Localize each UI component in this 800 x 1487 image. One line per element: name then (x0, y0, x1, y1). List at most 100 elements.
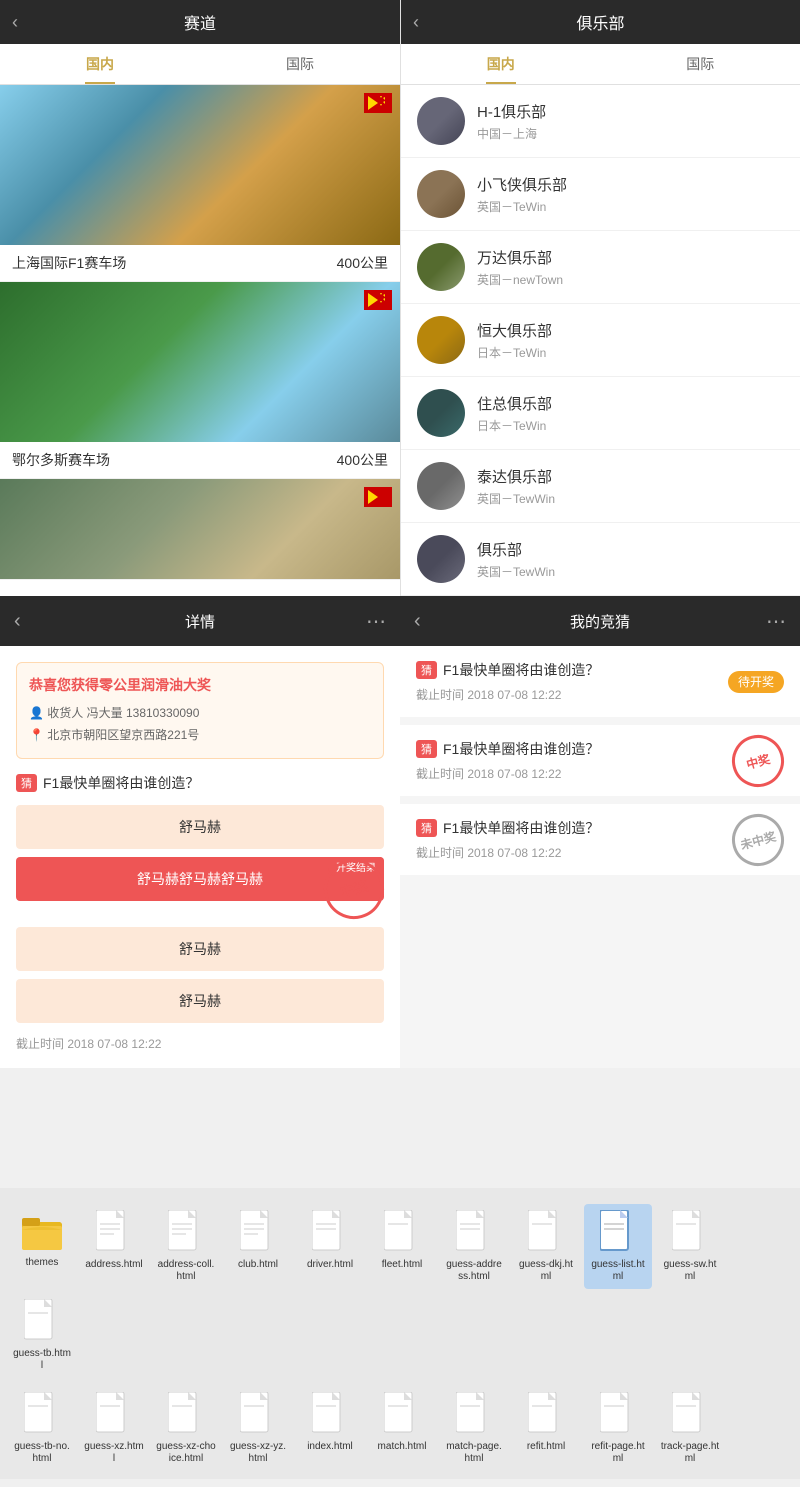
guess-badge-0: 猜 (416, 661, 437, 679)
file-label-guess-sw: guess-sw.html (660, 1259, 720, 1283)
guess-title-1: F1最快单圈将由谁创造？ (443, 739, 599, 759)
doc-icon-fleet (384, 1210, 420, 1256)
doc-icon-guess-xz-yz (240, 1392, 276, 1438)
file-themes[interactable]: themes (8, 1204, 76, 1289)
option-button-1[interactable]: 舒马赫 (16, 805, 384, 849)
file-guess-xz-choice[interactable]: guess-xz-choice.html (152, 1386, 220, 1471)
track-item-2[interactable]: 鄂尔多斯赛车场 400公里 (0, 282, 400, 479)
left-back-button[interactable]: ‹ (12, 12, 18, 33)
track-name-2: 鄂尔多斯赛车场 (12, 450, 110, 470)
file-index[interactable]: index.html (296, 1386, 364, 1471)
file-label-guess-xz-yz: guess-xz-yz.html (228, 1441, 288, 1465)
file-label-guess-dkj: guess-dkj.html (516, 1259, 576, 1283)
file-fleet[interactable]: fleet.html (368, 1204, 436, 1289)
left-bottom-nav: ‹ 详情 ⋯ (0, 596, 400, 646)
guess-badge-2: 猜 (416, 819, 437, 837)
guess-back-button[interactable]: ‹ (414, 610, 421, 633)
left-tab-domestic[interactable]: 国内 (0, 44, 200, 84)
guess-item-1-title: 猜 F1最快单圈将由谁创造？ (416, 739, 784, 759)
guess-item-0[interactable]: 猜 F1最快单圈将由谁创造？ 截止时间 2018 07-08 12:22 待开奖 (400, 646, 800, 717)
right-tab-domestic[interactable]: 国内 (401, 44, 601, 84)
file-driver[interactable]: driver.html (296, 1204, 364, 1289)
track-flag-2 (364, 290, 392, 310)
club-item-2[interactable]: 万达俱乐部 英国－newTown (401, 231, 800, 304)
club-item-6[interactable]: 俱乐部 英国－TewWin (401, 523, 800, 596)
club-location-5: 英国－TewWin (477, 490, 555, 507)
file-label-guess-address: guess-address.html (444, 1259, 504, 1283)
file-guess-address[interactable]: guess-address.html (440, 1204, 508, 1289)
track-name-1: 上海国际F1赛车场 (12, 253, 126, 273)
prize-receiver: 👤 收货人 冯大量 13810330090 (29, 703, 371, 725)
guess-badge-1: 猜 (416, 740, 437, 758)
club-details-4: 住总俱乐部 日本－TeWin (477, 393, 552, 434)
file-match-page[interactable]: match-page.html (440, 1386, 508, 1471)
file-guess-list[interactable]: guess-list.html (584, 1204, 652, 1289)
file-label-themes: themes (26, 1257, 59, 1269)
option-button-4[interactable]: 舒马赫 (16, 979, 384, 1023)
club-item-4[interactable]: 住总俱乐部 日本－TeWin (401, 377, 800, 450)
right-tab-international[interactable]: 国际 (601, 44, 800, 84)
track-image-3 (0, 479, 400, 579)
pending-badge-0: 待开奖 (728, 671, 784, 693)
doc-icon-guess-tb-no (24, 1392, 60, 1438)
left-tab-international[interactable]: 国际 (200, 44, 400, 84)
file-guess-tb[interactable]: guess-tb.html (8, 1293, 76, 1378)
club-avatar-0 (417, 97, 465, 145)
club-avatar-2 (417, 243, 465, 291)
file-guess-xz-yz[interactable]: guess-xz-yz.html (224, 1386, 292, 1471)
file-address-coll[interactable]: address-coll.html (152, 1204, 220, 1289)
club-item-5[interactable]: 泰达俱乐部 英国－TewWin (401, 450, 800, 523)
detail-back-button[interactable]: ‹ (14, 610, 21, 633)
option-button-3[interactable]: 舒马赫 (16, 927, 384, 971)
question-deadline: 截止时间 2018 07-08 12:22 (16, 1035, 384, 1052)
file-guess-tb-no[interactable]: guess-tb-no.html (8, 1386, 76, 1471)
prize-banner: 恭喜您获得零公里润滑油大奖 👤 收货人 冯大量 13810330090 📍 北京… (16, 662, 384, 759)
doc-icon-club (240, 1210, 276, 1256)
file-label-club: club.html (238, 1259, 278, 1271)
club-item-3[interactable]: 恒大俱乐部 日本－TeWin (401, 304, 800, 377)
guess-status-2: 未中奖 (732, 814, 784, 866)
track-item-3[interactable] (0, 479, 400, 580)
right-back-button[interactable]: ‹ (413, 12, 419, 33)
file-guess-sw[interactable]: guess-sw.html (656, 1204, 724, 1289)
right-header-title: 俱乐部 (576, 10, 624, 34)
detail-share-button[interactable]: ⋯ (366, 609, 386, 634)
track-distance-2: 400公里 (337, 450, 388, 470)
club-name-4: 住总俱乐部 (477, 393, 552, 414)
file-label-refit: refit.html (527, 1441, 565, 1453)
file-refit[interactable]: refit.html (512, 1386, 580, 1471)
doc-icon-track-page (672, 1392, 708, 1438)
file-address[interactable]: address.html (80, 1204, 148, 1289)
option-1-wrap: 舒马赫 (16, 805, 384, 849)
club-item-1[interactable]: 小飞侠俱乐部 英国－TeWin (401, 158, 800, 231)
win-circle-1: 中奖 (726, 729, 790, 793)
file-guess-dkj[interactable]: guess-dkj.html (512, 1204, 580, 1289)
club-name-2: 万达俱乐部 (477, 247, 563, 268)
guess-item-1[interactable]: 猜 F1最快单圈将由谁创造？ 截止时间 2018 07-08 12:22 中奖 (400, 725, 800, 796)
guess-item-2[interactable]: 猜 F1最快单圈将由谁创造？ 截止时间 2018 07-08 12:22 未中奖 (400, 804, 800, 875)
right-tabs: 国内 国际 (401, 44, 800, 85)
file-track-page[interactable]: track-page.html (656, 1386, 724, 1471)
option-3-wrap: 舒马赫 (16, 927, 384, 971)
question-text: F1最快单圈将由谁创造？ (43, 773, 199, 793)
file-label-track-page: track-page.html (660, 1441, 720, 1465)
prize-info: 👤 收货人 冯大量 13810330090 📍 北京市朝阳区望京西路221号 (29, 703, 371, 746)
detail-panel: 恭喜您获得零公里润滑油大奖 👤 收货人 冯大量 13810330090 📍 北京… (0, 646, 400, 1068)
file-club[interactable]: club.html (224, 1204, 292, 1289)
file-label-match-page: match-page.html (444, 1441, 504, 1465)
file-match[interactable]: match.html (368, 1386, 436, 1471)
file-label-index: index.html (307, 1441, 353, 1453)
club-avatar-4 (417, 389, 465, 437)
doc-icon-match-page (456, 1392, 492, 1438)
file-refit-page[interactable]: refit-page.html (584, 1386, 652, 1471)
prize-address: 📍 北京市朝阳区望京西路221号 (29, 725, 371, 747)
club-details-0: H-1俱乐部 中国－上海 (477, 101, 546, 142)
file-label-guess-list: guess-list.html (588, 1259, 648, 1283)
prize-title: 恭喜您获得零公里润滑油大奖 (29, 675, 371, 695)
file-guess-xz[interactable]: guess-xz.html (80, 1386, 148, 1471)
club-item-0[interactable]: H-1俱乐部 中国－上海 (401, 85, 800, 158)
guess-share-button[interactable]: ⋯ (766, 609, 786, 634)
track-info-2: 鄂尔多斯赛车场 400公里 (0, 442, 400, 478)
track-item-1[interactable]: 上海国际F1赛车场 400公里 (0, 85, 400, 282)
club-name-3: 恒大俱乐部 (477, 320, 552, 341)
